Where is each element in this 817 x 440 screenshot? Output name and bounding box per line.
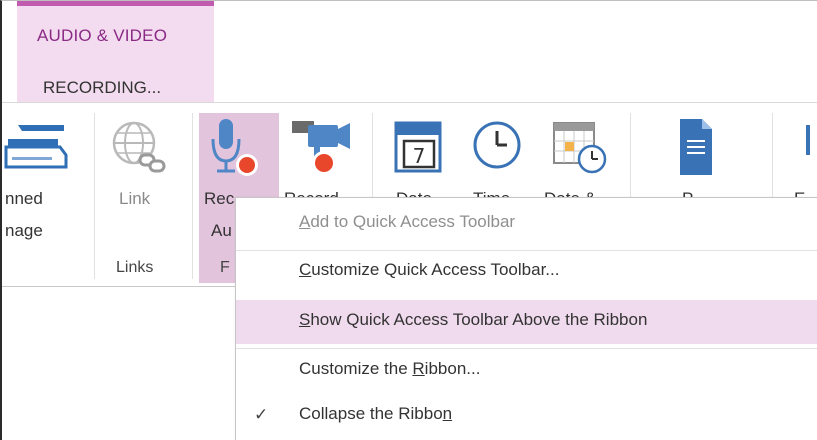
date-time-icon [553, 122, 607, 174]
onenote-window: AUDIO & VIDEO RECORDING... nned nage Lin… [0, 0, 817, 440]
svg-text:7: 7 [413, 144, 426, 168]
menu-item-customize-ribbon[interactable]: Customize the Ribbon... [236, 349, 817, 393]
menu-item-add-to-quick-access-toolbar[interactable]: Add to Quick Access Toolbar [236, 202, 817, 246]
menu-item-label: Customize the Ribbon... [299, 359, 481, 378]
record-audio-label-1: Rec [204, 189, 235, 208]
scanned-image-label-1: nned [5, 189, 43, 208]
link-label: Link [119, 189, 151, 208]
menu-item-collapse-ribbon[interactable]: ✓ Collapse the Ribbon [236, 394, 817, 438]
clock-icon [473, 121, 521, 169]
ribbon-separator [94, 113, 95, 279]
menu-item-label: Show Quick Access Toolbar Above the Ribb… [299, 310, 648, 329]
calendar-icon: 7 [394, 121, 442, 173]
ribbon-context-menu: Add to Quick Access Toolbar Customize Qu… [235, 197, 817, 440]
link-button[interactable]: Link [102, 103, 182, 253]
microphone-record-icon [211, 119, 258, 176]
menu-item-show-quick-access-toolbar-above-ribbon[interactable]: Show Quick Access Toolbar Above the Ribb… [236, 300, 817, 344]
group-label-recording: F [220, 259, 230, 276]
scanned-image-label-2: nage [5, 221, 43, 240]
equation-icon [806, 125, 810, 155]
link-icon [112, 121, 166, 173]
contextual-group-title: AUDIO & VIDEO [37, 26, 168, 45]
record-audio-label-2: Au [211, 221, 232, 240]
group-label-links: Links [116, 259, 154, 276]
scanned-image-button[interactable]: nned nage [2, 103, 82, 253]
tab-recording[interactable]: RECORDING... [43, 78, 161, 98]
contextual-tab-group: AUDIO & VIDEO RECORDING... [17, 1, 214, 102]
page-template-icon [680, 119, 712, 175]
menu-item-label: Collapse the Ribbon [299, 404, 453, 423]
menu-item-label: Add to Quick Access Toolbar [299, 212, 516, 231]
ribbon-separator [192, 113, 193, 279]
menu-item-customize-quick-access-toolbar[interactable]: Customize Quick Access Toolbar... [236, 250, 817, 294]
video-camera-record-icon [292, 121, 350, 175]
scanner-icon [4, 125, 68, 169]
checkmark-icon: ✓ [254, 405, 269, 424]
menu-item-label: Customize Quick Access Toolbar... [299, 260, 560, 279]
